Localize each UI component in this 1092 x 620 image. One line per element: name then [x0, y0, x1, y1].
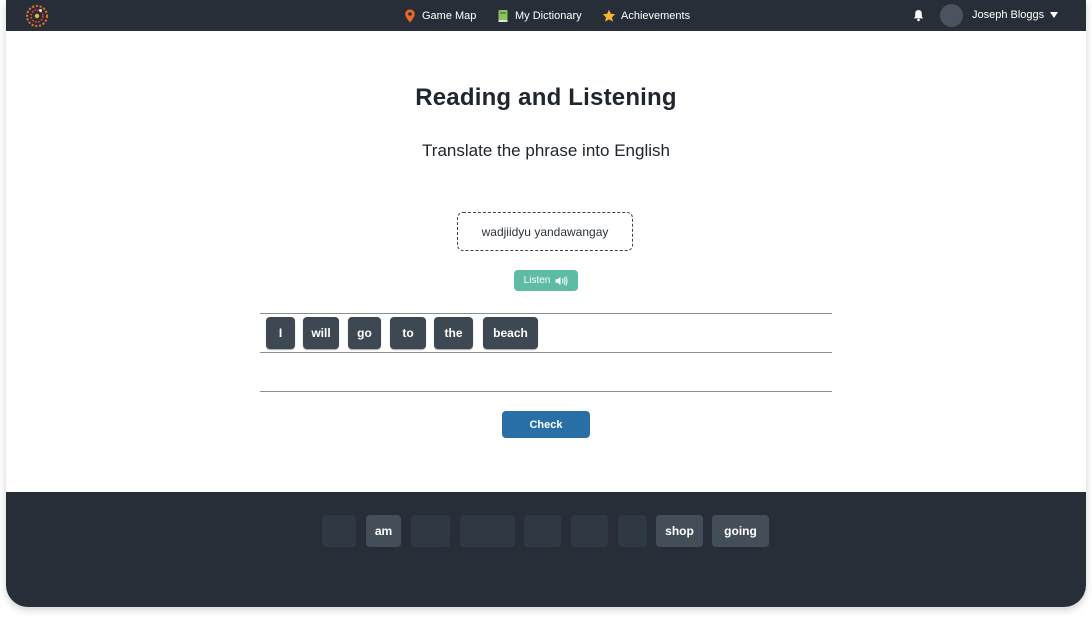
nav-link-my-dictionary[interactable]: My Dictionary [496, 8, 582, 24]
answer-tile-label: to [402, 326, 414, 340]
phrase-text: wadjiidyu yandawangay [481, 224, 609, 239]
word-bank: am shop going [6, 492, 1086, 607]
answer-line-top [260, 313, 832, 314]
avatar[interactable] [940, 4, 963, 27]
answer-tile[interactable]: the [434, 317, 473, 349]
answer-tile[interactable]: to [390, 317, 426, 349]
word-bank-empty-slot [460, 515, 515, 547]
answer-tile-label: I [278, 326, 283, 340]
bell-icon[interactable] [912, 9, 925, 22]
answer-tile-label: beach [493, 326, 528, 340]
nav-link-game-map[interactable]: Game Map [403, 8, 476, 24]
nav-link-label: My Dictionary [515, 10, 582, 22]
answer-tile-label: the [444, 326, 463, 340]
exercise-title: Reading and Listening [415, 84, 677, 111]
app-logo-icon[interactable] [25, 4, 49, 28]
word-bank-tile[interactable]: am [366, 515, 401, 547]
listen-button[interactable]: Listen [514, 270, 578, 291]
word-bank-empty-slot [322, 515, 356, 547]
map-pin-icon [405, 9, 415, 23]
book-icon [498, 10, 508, 22]
top-navigation-bar: Game Map My Dictionary Achievements Jose… [6, 0, 1086, 31]
speaker-icon [555, 275, 568, 286]
app-window: Game Map My Dictionary Achievements Jose… [6, 0, 1086, 607]
answer-line-middle [260, 352, 832, 353]
word-bank-empty-slot [524, 515, 561, 547]
word-bank-tile[interactable]: shop [656, 515, 703, 547]
phrase-to-translate: wadjiidyu yandawangay [457, 212, 633, 251]
word-bank-empty-slot [618, 515, 647, 547]
user-name[interactable]: Joseph Bloggs [972, 9, 1044, 21]
answer-tile[interactable]: I [266, 317, 295, 349]
answer-tile-label: go [357, 326, 372, 340]
answer-tile[interactable]: will [303, 317, 339, 349]
listen-label: Listen [523, 275, 551, 286]
answer-tile-label: will [311, 326, 331, 340]
word-bank-empty-slot [571, 515, 608, 547]
answer-tile[interactable]: go [348, 317, 381, 349]
star-icon [602, 9, 616, 22]
chevron-down-icon[interactable] [1050, 12, 1058, 18]
answer-tile[interactable]: beach [483, 317, 538, 349]
word-bank-tile-label: going [724, 524, 757, 538]
nav-link-achievements[interactable]: Achievements [602, 8, 690, 24]
exercise-instruction: Translate the phrase into English [422, 141, 670, 160]
check-button-label: Check [529, 418, 563, 431]
nav-link-label: Achievements [621, 10, 691, 22]
nav-link-label: Game Map [422, 10, 477, 22]
check-button[interactable]: Check [502, 411, 590, 438]
answer-line-bottom [260, 391, 832, 392]
word-bank-empty-slot [411, 515, 450, 547]
word-bank-tile-label: am [374, 524, 393, 538]
word-bank-tile[interactable]: going [712, 515, 769, 547]
word-bank-tile-label: shop [665, 524, 694, 538]
